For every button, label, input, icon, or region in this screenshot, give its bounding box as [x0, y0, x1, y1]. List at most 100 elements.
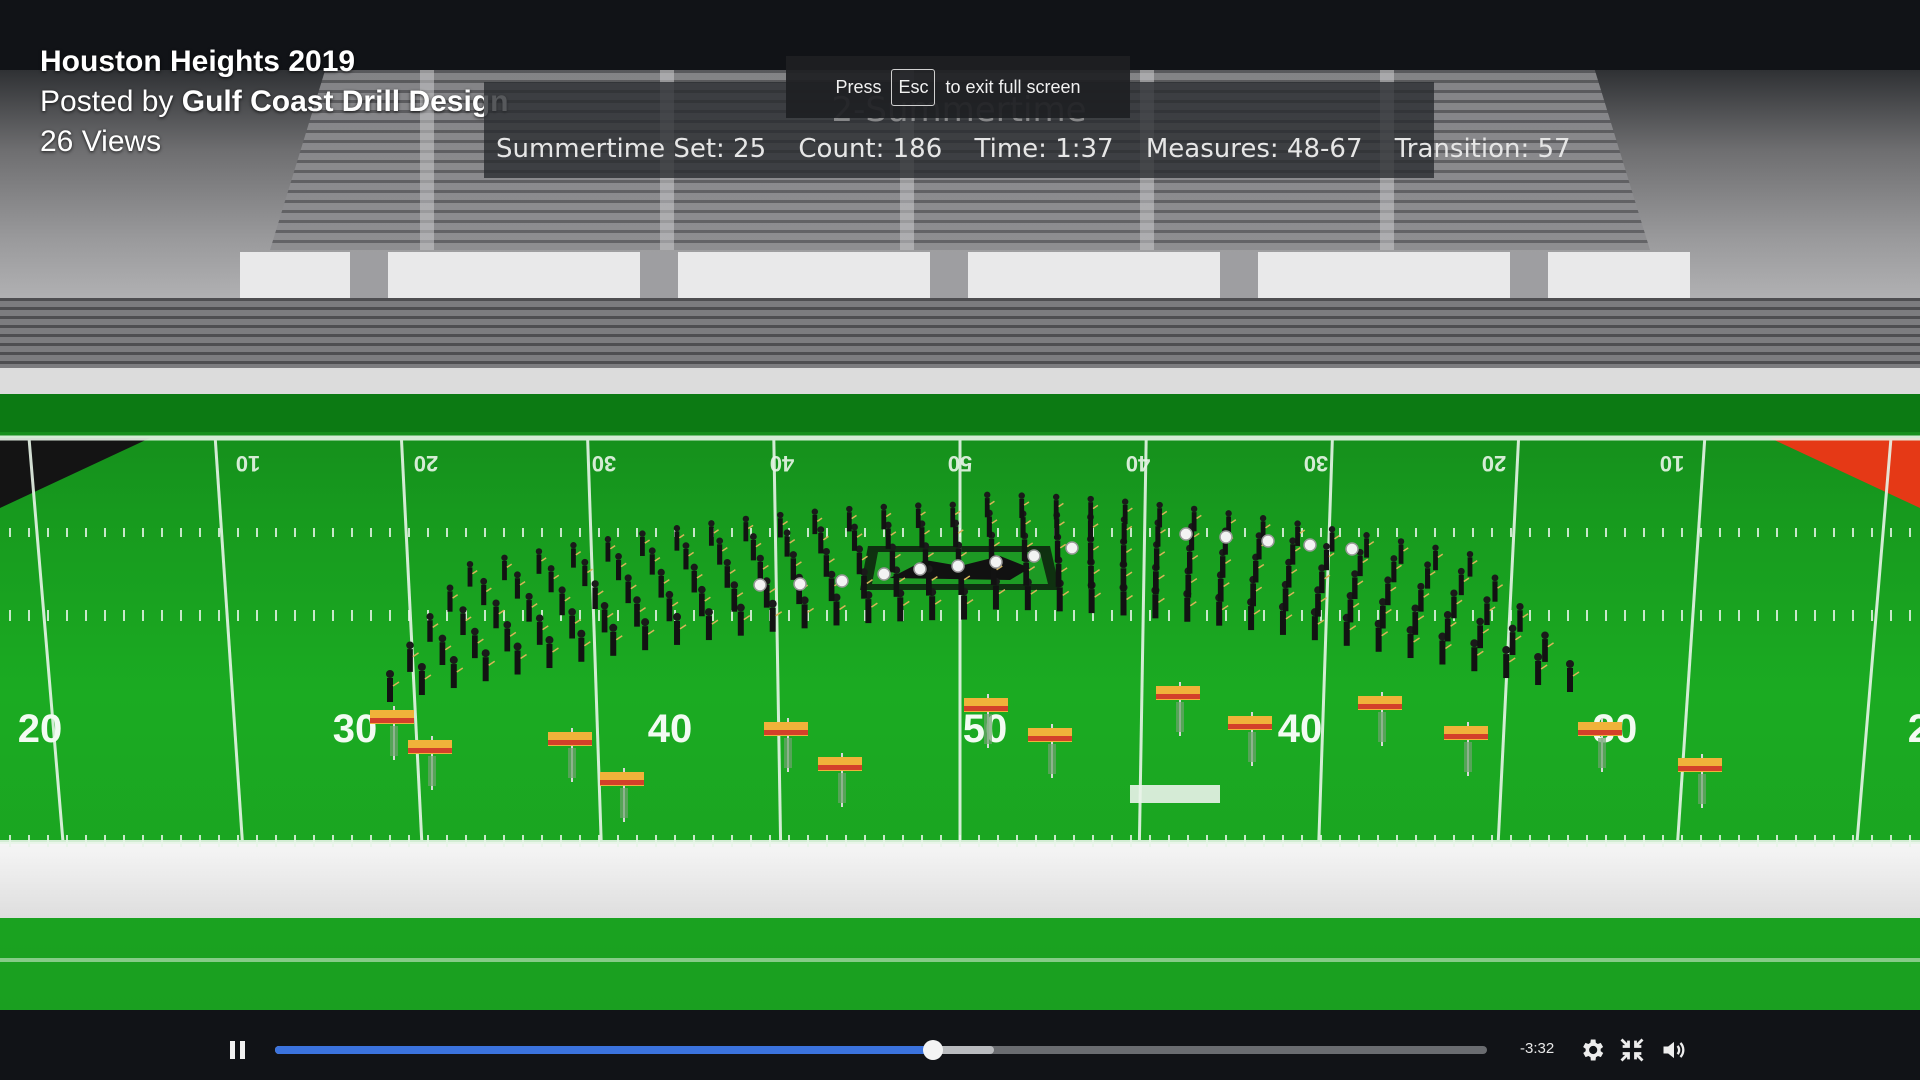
far-yard-number: 30	[592, 451, 616, 476]
far-yard-number: 40	[770, 451, 794, 476]
band-member	[547, 565, 560, 593]
sousaphone-bell	[1303, 538, 1317, 552]
band-member	[1053, 493, 1064, 520]
sousaphone-bell	[989, 555, 1003, 569]
near-yard-number: 20	[18, 707, 63, 751]
yard-line	[213, 437, 244, 843]
band-member	[1516, 603, 1529, 632]
band-member	[1566, 660, 1580, 692]
band-member	[417, 663, 432, 696]
sousaphone-bell	[877, 567, 891, 581]
band-member	[406, 641, 419, 672]
band-member	[641, 618, 655, 651]
sousaphone-bell	[1219, 530, 1233, 544]
author-link[interactable]: Gulf Coast Drill Design	[182, 85, 509, 118]
band-member	[481, 649, 496, 682]
color-guard-flags	[370, 682, 1722, 822]
far-yard-number: 30	[1304, 451, 1328, 476]
transition: Transition: 57	[1394, 134, 1571, 164]
notice-prefix: Press	[835, 76, 882, 97]
band-member	[639, 530, 651, 556]
sousaphone-bell	[1345, 542, 1359, 556]
band-member	[768, 599, 783, 632]
band-member	[1156, 501, 1168, 528]
far-yard-number: 50	[948, 451, 972, 476]
band-formation	[386, 491, 1580, 702]
gear-icon[interactable]	[1578, 1036, 1606, 1064]
count: Count: 186	[798, 134, 943, 164]
band-member	[480, 577, 492, 606]
band-member	[459, 606, 472, 636]
band-member	[466, 561, 478, 587]
band-member	[1432, 544, 1444, 571]
band-member	[545, 636, 559, 669]
band-member	[514, 571, 526, 599]
flag	[818, 753, 862, 807]
flag	[1228, 712, 1272, 766]
band-member	[426, 613, 439, 642]
flag	[600, 768, 644, 822]
view-count: 26 Views	[40, 125, 162, 158]
seek-bar[interactable]	[275, 1040, 1487, 1060]
yard-line	[1496, 437, 1521, 843]
sousaphone-bell	[753, 578, 767, 592]
flag	[1444, 722, 1488, 776]
band-member	[1457, 567, 1470, 596]
far-yard-number: 20	[1482, 451, 1506, 476]
band-member	[673, 525, 685, 551]
posted-by-label: Posted by	[40, 85, 174, 118]
band-member	[438, 634, 452, 665]
played-bar	[275, 1046, 934, 1054]
notice-suffix: to exit full screen	[945, 76, 1081, 97]
band-member	[535, 548, 547, 574]
near-yard-number: 40	[648, 707, 693, 751]
set-stats: Summertime Set: 25 Count: 186 Time: 1:37…	[484, 134, 1571, 164]
pause-icon[interactable]	[230, 1041, 246, 1059]
set-number: Summertime Set: 25	[496, 134, 767, 164]
band-member	[471, 627, 484, 659]
band-member	[577, 629, 591, 662]
band-member	[604, 536, 616, 562]
band-member	[501, 554, 513, 581]
band-member	[673, 612, 687, 645]
esc-key: Esc	[891, 68, 936, 106]
far-yard-number: 10	[236, 451, 260, 476]
band-member	[1466, 551, 1478, 577]
remaining-time: -3:32	[1520, 1040, 1555, 1057]
sousaphone-bell	[1027, 549, 1041, 563]
sousaphone-bell	[1179, 527, 1193, 541]
flag	[548, 728, 592, 782]
yard-line	[772, 437, 783, 843]
far-yard-number: 10	[1660, 451, 1684, 476]
flag	[1028, 724, 1072, 778]
volume-icon[interactable]	[1660, 1036, 1688, 1064]
band-member	[492, 599, 505, 629]
flag	[1358, 692, 1402, 746]
band-member	[832, 593, 846, 626]
band-member	[1328, 526, 1340, 552]
band-member	[1294, 520, 1306, 546]
exit-fullscreen-icon[interactable]	[1618, 1036, 1646, 1064]
band-member	[386, 670, 400, 702]
band-member	[984, 491, 995, 518]
video-title: Houston Heights 2019	[40, 45, 356, 78]
band-member	[704, 608, 719, 641]
sousaphone-bell	[793, 577, 807, 591]
seek-handle[interactable]	[923, 1040, 944, 1060]
flag	[408, 736, 452, 790]
yard-line	[399, 437, 424, 843]
band-member	[570, 542, 582, 568]
fullscreen-notice: Press Esc to exit full screen	[786, 56, 1130, 118]
band-member	[736, 603, 751, 636]
band-member	[1018, 492, 1030, 518]
band-member	[1121, 498, 1133, 525]
band-member	[800, 596, 815, 629]
sousaphone-bell	[1261, 534, 1275, 548]
posted-by: Posted by Gulf Coast Drill Design	[40, 82, 508, 122]
yard-line	[1855, 437, 1893, 843]
band-member	[609, 623, 623, 656]
band-member	[1397, 538, 1409, 564]
far-yard-number: 40	[1126, 451, 1150, 476]
band-member	[615, 553, 627, 581]
band-member	[1491, 574, 1504, 602]
